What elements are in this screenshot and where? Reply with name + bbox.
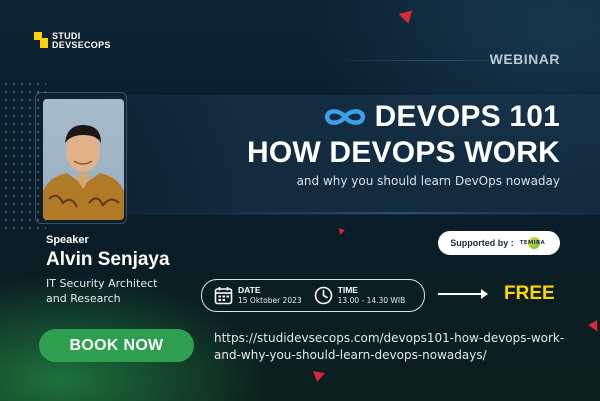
title-line1: DEVOPS 101 [323,101,560,133]
date-value: 15 Oktober 2023 [238,296,302,305]
triangle-decoration [588,320,600,334]
triangle-decoration [398,10,416,26]
title-subtitle: and why you should learn DevOps nowaday [296,174,560,188]
registration-link[interactable]: https://studidevsecops.com/devops101-how… [214,330,574,364]
price-label: FREE [504,283,555,304]
speaker-photo [43,99,124,220]
time-cell: TIME 13.00 - 14.30 WIB [314,285,406,306]
speaker-role: IT Security Architect and Research [46,276,157,306]
time-value: 13.00 - 14.30 WIB [337,296,406,305]
title-main: DEVOPS 101 [374,100,560,133]
brand-logo[interactable]: STUDI DEVSECOPS [34,32,111,50]
webinar-badge: WEBINAR [489,51,560,67]
title-line2: HOW DEVOPS WORK [246,136,560,169]
sponsor-name: TEMIRA [519,240,546,246]
triangle-decoration [337,228,345,236]
clock-icon [314,286,332,305]
link-line1: https://studidevsecops.com/devops101-how… [214,331,565,345]
date-cell: DATE 15 Oktober 2023 [214,285,302,306]
logo-line2: DEVSECOPS [52,40,111,50]
infinity-icon [324,109,365,125]
time-label: TIME [337,285,358,295]
book-now-button[interactable]: BOOK NOW [39,329,194,362]
logo-mark-icon [34,32,48,48]
webinar-banner: STUDI DEVSECOPS WEBINAR DEVOPS 101 HOW D… [0,0,600,401]
supported-by-badge: Supported by : TEMIRA [438,231,560,255]
light-streak [200,212,600,214]
triangle-decoration [311,371,325,383]
supported-by-label: Supported by : [450,238,514,248]
date-time-box: DATE 15 Oktober 2023 TIME 13.00 - 14.30 … [201,279,425,312]
speaker-name: Alvin Senjaya [46,249,170,270]
arrow-right-icon [438,289,488,299]
link-line2: and-why-you-should-learn-devops-nowadays… [214,348,487,362]
sponsor-logo: TEMIRA [520,235,548,251]
speaker-label: Speaker [46,234,89,246]
speaker-portrait-icon [43,125,124,220]
date-label: DATE [238,285,261,295]
speaker-role-line2: and Research [46,292,121,305]
calendar-icon [214,287,233,305]
speaker-role-line1: IT Security Architect [46,277,158,290]
